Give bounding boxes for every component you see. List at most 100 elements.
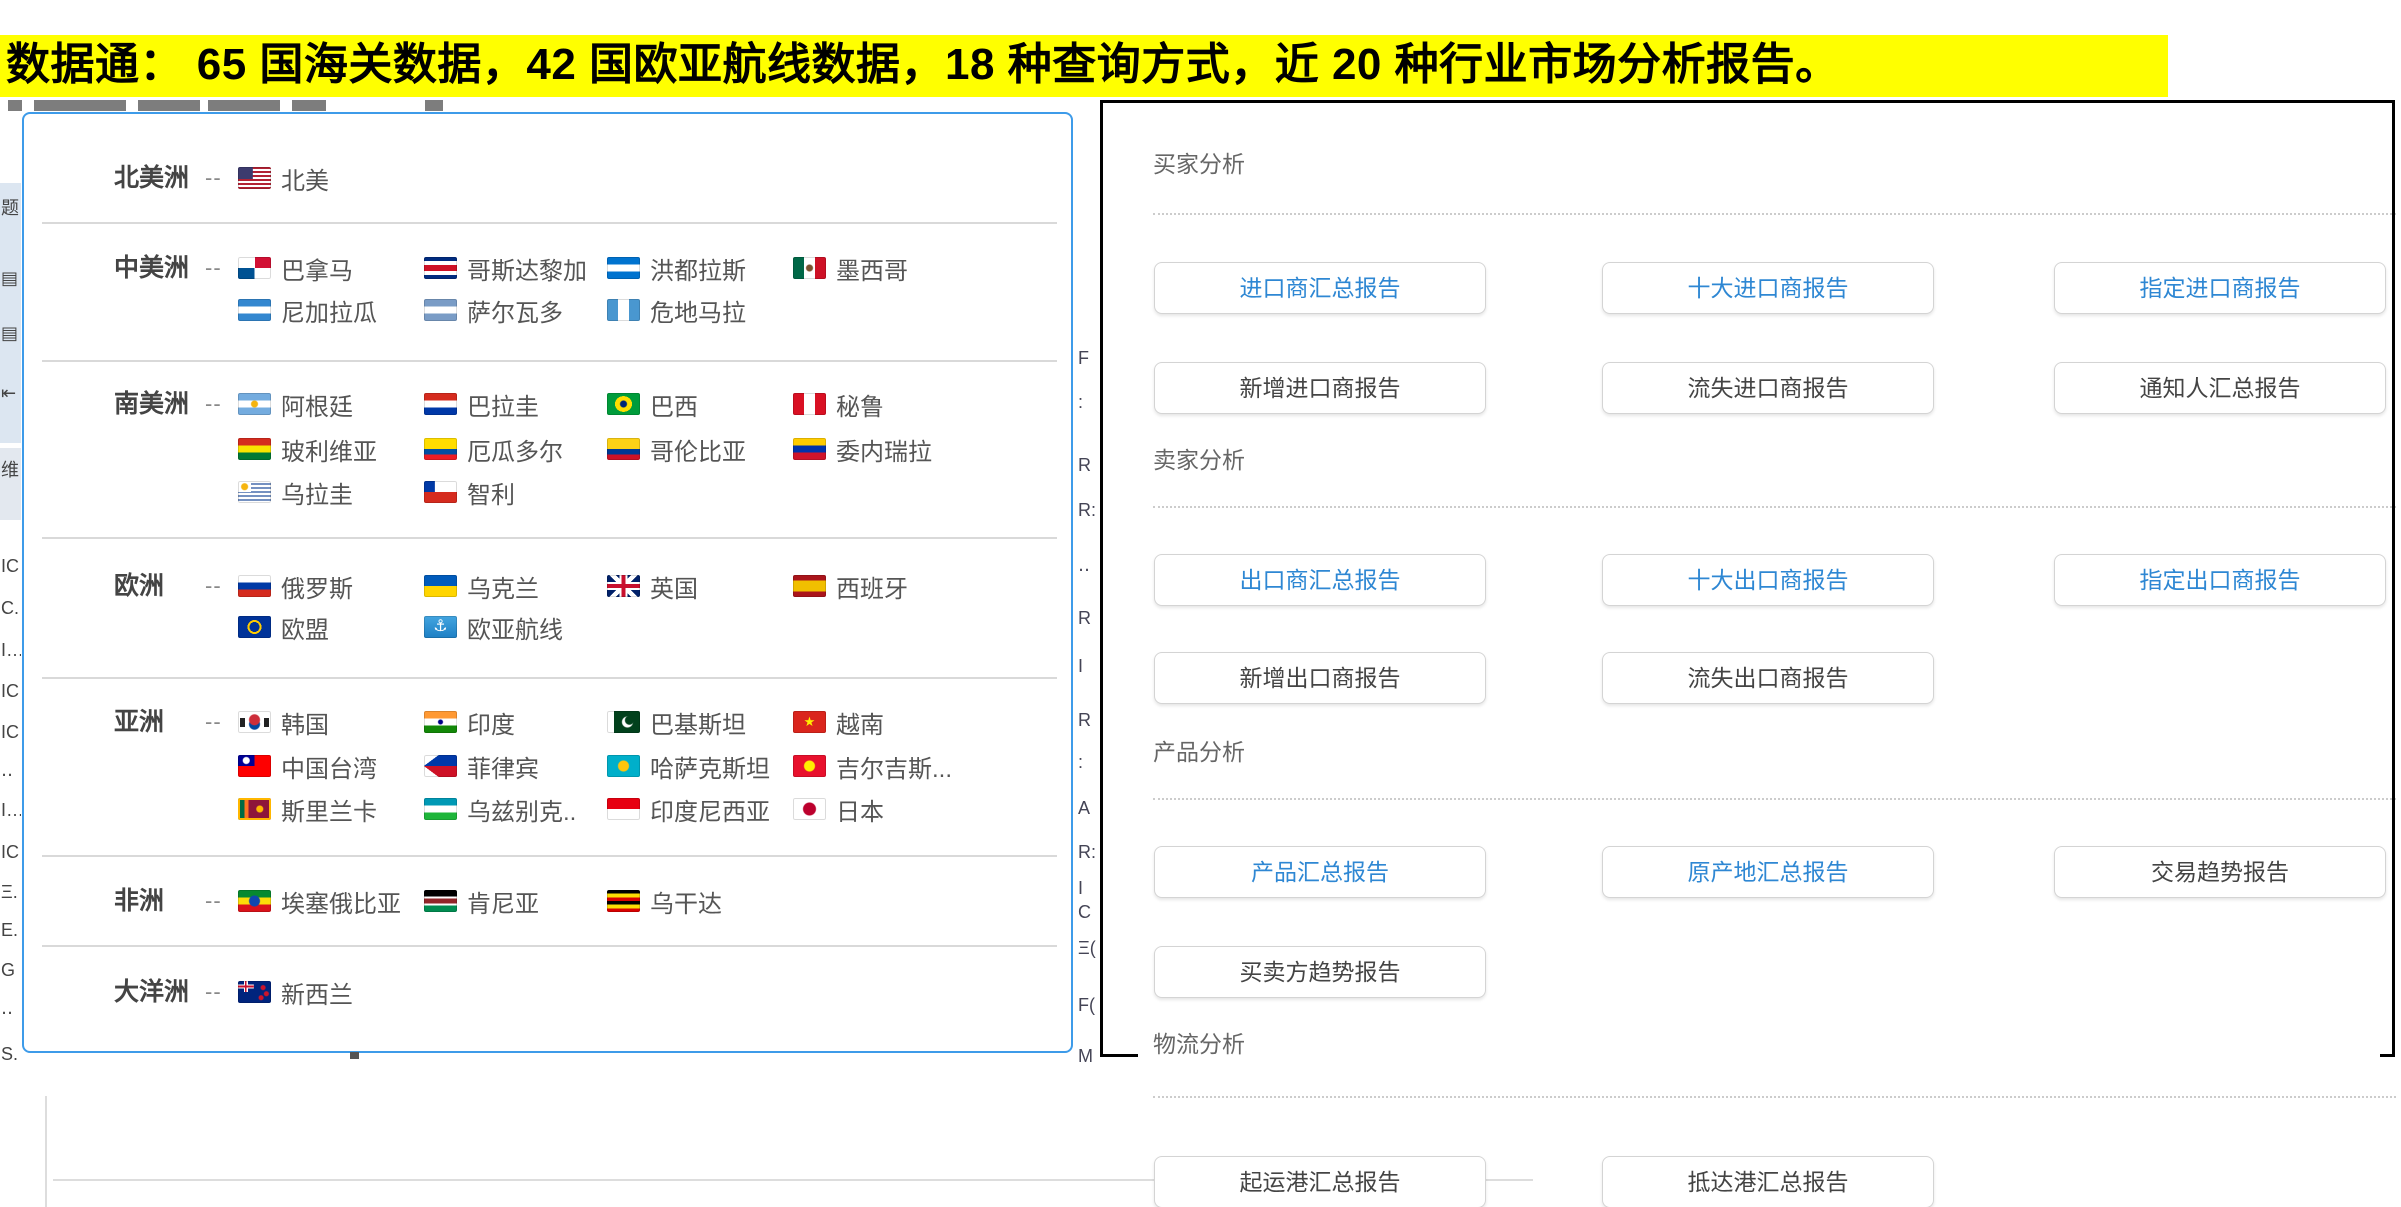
report-button[interactable]: 指定出口商报告 [2054, 554, 2386, 606]
country-label: 巴拿马 [281, 251, 353, 286]
country-item-honduras[interactable]: 洪都拉斯 [607, 252, 746, 284]
country-item-panama[interactable]: 巴拿马 [238, 252, 353, 284]
kazakhstan-flag-icon [607, 755, 640, 777]
ethiopia-flag-icon [238, 890, 271, 912]
uruguay-flag-icon [238, 481, 271, 503]
country-label: 乌兹别克.. [467, 792, 576, 827]
report-button[interactable]: 新增出口商报告 [1154, 652, 1486, 704]
country-label: 智利 [467, 475, 515, 510]
ecuador-flag-icon [424, 438, 457, 460]
taiwan-flag-icon [238, 755, 271, 777]
country-item-colombia[interactable]: 哥伦比亚 [607, 433, 746, 465]
country-item-elsalvador[interactable]: 萨尔瓦多 [424, 294, 563, 326]
country-label: 斯里兰卡 [281, 792, 377, 827]
country-label: 墨西哥 [836, 251, 908, 286]
country-item-taiwan[interactable]: 中国台湾 [238, 750, 377, 782]
country-item-eu[interactable]: 欧盟 [238, 611, 329, 643]
country-item-india[interactable]: 印度 [424, 706, 515, 738]
country-item-bolivia[interactable]: 玻利维亚 [238, 433, 377, 465]
report-button[interactable]: 流失进口商报告 [1602, 362, 1934, 414]
report-button[interactable]: 产品汇总报告 [1154, 846, 1486, 898]
country-item-vietnam[interactable]: 越南 [793, 706, 884, 738]
us-flag-icon [238, 167, 271, 189]
country-item-venezuela[interactable]: 委内瑞拉 [793, 433, 932, 465]
continent-separator: -- [205, 706, 222, 738]
country-label: 乌克兰 [467, 569, 539, 604]
country-item-mexico[interactable]: 墨西哥 [793, 252, 908, 284]
country-item-uruguay[interactable]: 乌拉圭 [238, 476, 353, 508]
report-button[interactable]: 买卖方趋势报告 [1154, 946, 1486, 998]
country-item-newzealand[interactable]: 新西兰 [238, 976, 353, 1008]
pakistan-flag-icon [607, 711, 640, 733]
report-button[interactable]: 新增进口商报告 [1154, 362, 1486, 414]
country-item-uzbekistan[interactable]: 乌兹别克.. [424, 793, 576, 825]
report-button[interactable]: 十大进口商报告 [1602, 262, 1934, 314]
annotation-box-top-edge [1100, 100, 2395, 103]
country-item-kyrgyzstan[interactable]: 吉尔吉斯... [793, 750, 952, 782]
country-item-srilanka[interactable]: 斯里兰卡 [238, 793, 377, 825]
continent-separator: -- [205, 976, 222, 1008]
country-label: 印度 [467, 705, 515, 740]
country-item-kazakhstan[interactable]: 哈萨克斯坦 [607, 750, 770, 782]
japan-flag-icon [793, 798, 826, 820]
country-item-costarica[interactable]: 哥斯达黎加 [424, 252, 587, 284]
country-item-indonesia[interactable]: 印度尼西亚 [607, 793, 770, 825]
annotation-box-right-edge [2392, 100, 2395, 1057]
country-item-peru[interactable]: 秘鲁 [793, 388, 884, 420]
country-item-chile[interactable]: 智利 [424, 476, 515, 508]
country-item-philippines[interactable]: 菲律宾 [424, 750, 539, 782]
continent-separator: -- [205, 252, 222, 284]
country-label: 西班牙 [836, 569, 908, 604]
report-button[interactable]: 流失出口商报告 [1602, 652, 1934, 704]
country-item-japan[interactable]: 日本 [793, 793, 884, 825]
country-item-ukraine[interactable]: 乌克兰 [424, 570, 539, 602]
chile-flag-icon [424, 481, 457, 503]
country-label: 中国台湾 [281, 749, 377, 784]
country-label: 哥斯达黎加 [467, 251, 587, 286]
country-item-brazil[interactable]: 巴西 [607, 388, 698, 420]
country-item-us[interactable]: 北美 [238, 162, 329, 194]
country-item-russia[interactable]: 俄罗斯 [238, 570, 353, 602]
country-label: 秘鲁 [836, 387, 884, 422]
country-item-guatemala[interactable]: 危地马拉 [607, 294, 746, 326]
country-item-kenya[interactable]: 肯尼亚 [424, 885, 539, 917]
country-item-ecuador[interactable]: 厄瓜多尔 [424, 433, 563, 465]
country-item-eurasia[interactable]: 欧亚航线 [424, 611, 563, 643]
continent-separator: -- [205, 388, 222, 420]
newzealand-flag-icon [238, 981, 271, 1003]
report-button[interactable]: 原产地汇总报告 [1602, 846, 1934, 898]
report-button[interactable]: 交易趋势报告 [2054, 846, 2386, 898]
report-button[interactable]: 进口商汇总报告 [1154, 262, 1486, 314]
report-button[interactable]: 抵达港汇总报告 [1602, 1156, 1934, 1207]
country-label: 越南 [836, 705, 884, 740]
report-button[interactable]: 通知人汇总报告 [2054, 362, 2386, 414]
country-item-pakistan[interactable]: 巴基斯坦 [607, 706, 746, 738]
section-title: 卖家分析 [1153, 446, 1245, 474]
ukraine-flag-icon [424, 575, 457, 597]
country-item-ethiopia[interactable]: 埃塞俄比亚 [238, 885, 401, 917]
section-title: 物流分析 [1153, 1030, 1245, 1058]
country-item-korea[interactable]: 韩国 [238, 706, 329, 738]
country-item-paraguay[interactable]: 巴拉圭 [424, 388, 539, 420]
country-item-uk[interactable]: 英国 [607, 570, 698, 602]
uganda-flag-icon [607, 890, 640, 912]
kyrgyzstan-flag-icon [793, 755, 826, 777]
report-button[interactable]: 十大出口商报告 [1602, 554, 1934, 606]
report-button[interactable]: 指定进口商报告 [2054, 262, 2386, 314]
country-item-spain[interactable]: 西班牙 [793, 570, 908, 602]
country-label: 韩国 [281, 705, 329, 740]
country-item-uganda[interactable]: 乌干达 [607, 885, 722, 917]
country-label: 玻利维亚 [281, 432, 377, 467]
continent-divider [42, 360, 1057, 362]
country-item-argentina[interactable]: 阿根廷 [238, 388, 353, 420]
report-button[interactable]: 起运港汇总报告 [1154, 1156, 1486, 1207]
srilanka-flag-icon [238, 798, 271, 820]
country-label: 洪都拉斯 [650, 251, 746, 286]
country-label: 哥伦比亚 [650, 432, 746, 467]
section-dashed-divider [1153, 1096, 2396, 1098]
report-button[interactable]: 出口商汇总报告 [1154, 554, 1486, 606]
country-label: 俄罗斯 [281, 569, 353, 604]
country-item-nicaragua[interactable]: 尼加拉瓜 [238, 294, 377, 326]
brazil-flag-icon [607, 393, 640, 415]
country-label: 巴基斯坦 [650, 705, 746, 740]
